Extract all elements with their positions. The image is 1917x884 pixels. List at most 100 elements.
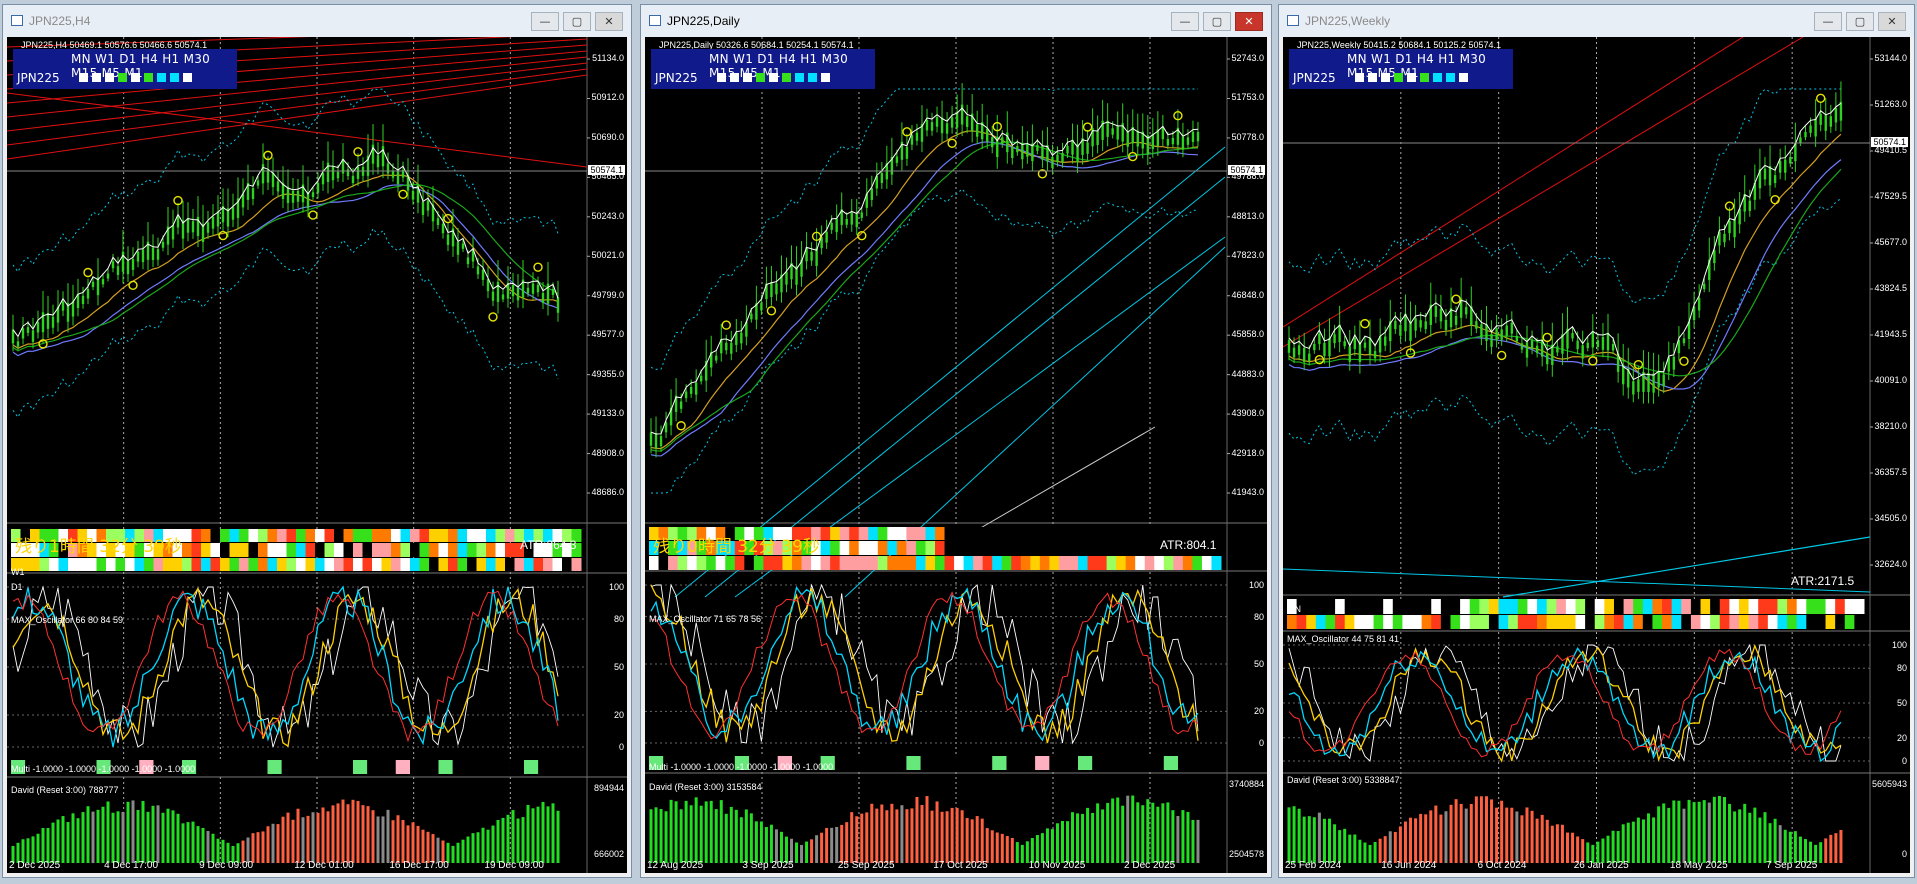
moving-average: [1288, 168, 1842, 377]
trend-stripe-cell: [1527, 615, 1538, 629]
volume-bar: [91, 811, 95, 863]
date-axis-label: 12 Aug 2025: [647, 860, 704, 871]
volume-bar: [1712, 796, 1716, 863]
chart-area[interactable]: JPN225,Daily 50326.6 50684.1 50254.1 505…: [645, 37, 1267, 873]
david-axis-top: 3740884: [1228, 779, 1264, 789]
volume-bar: [1161, 803, 1165, 863]
multi-cell: [1206, 756, 1221, 770]
volume-bar: [381, 816, 385, 863]
trend-stripe-cell: [210, 529, 221, 542]
chart-canvas[interactable]: [7, 37, 627, 873]
multi-title: Multi -1.0000 -1.0000 -1.0000 -1.0000 -1…: [649, 762, 834, 772]
volume-bar: [1793, 831, 1797, 863]
multi-cell: [1020, 756, 1036, 770]
volume-bar: [1045, 828, 1049, 863]
title-bar[interactable]: JPN225,Daily — ▢ ✕: [641, 5, 1271, 37]
volume-bar: [975, 816, 979, 863]
volume-bar: [724, 813, 728, 863]
price-axis-label: 38210.0: [1874, 421, 1907, 431]
candle-body: [211, 216, 215, 229]
trend-stripe-cell: [343, 543, 354, 557]
volume-bar: [526, 804, 530, 863]
chart-canvas[interactable]: [1283, 37, 1910, 873]
trend-stripe-cell: [830, 541, 841, 555]
multi-cell: [224, 760, 239, 774]
trend-stripe-cell: [954, 541, 965, 555]
trend-stripe-cell: [429, 529, 439, 542]
candle-body: [1399, 324, 1402, 336]
time-remaining-label: 残り1時間 32分 39秒: [15, 537, 182, 557]
chart-area[interactable]: JPN225,H4 50469.1 50576.6 50466.6 50574.…: [7, 37, 627, 873]
candle-body: [441, 223, 445, 234]
trend-stripe-cell: [1135, 541, 1146, 555]
candle-body: [1348, 346, 1351, 362]
volume-bar: [126, 801, 130, 863]
volume-bar: [31, 836, 35, 863]
candle-body: [51, 316, 55, 328]
candle-body: [206, 222, 210, 233]
candle-body: [336, 171, 340, 179]
candle-body: [351, 175, 355, 184]
chart-window-weekly[interactable]: JPN225,Weekly — ▢ ✕ JPN225,Weekly 50415.…: [1278, 4, 1915, 878]
trend-stripe-cell: [858, 556, 869, 570]
trend-stripe-cell: [182, 529, 192, 542]
trend-stripe-cell: [1460, 615, 1471, 629]
trend-stripe-cell: [1537, 599, 1548, 614]
volume-bar: [136, 810, 140, 863]
title-bar[interactable]: JPN225,Weekly — ▢ ✕: [1279, 5, 1914, 37]
candle-body: [436, 218, 440, 226]
volume-bar: [860, 813, 864, 863]
trend-stripe-cell: [1815, 615, 1827, 629]
chart-canvas[interactable]: [645, 37, 1267, 873]
candle-body: [26, 327, 30, 333]
trend-stripe-cell: [868, 556, 879, 570]
multi-cell: [367, 760, 382, 774]
candle-body: [1510, 322, 1513, 334]
volume-bar: [900, 805, 904, 863]
signal-marker: [947, 138, 957, 148]
close-button[interactable]: ✕: [1878, 12, 1906, 31]
volume-bar: [331, 805, 335, 863]
close-button[interactable]: ✕: [1235, 12, 1263, 31]
signal-marker: [218, 230, 228, 241]
volume-bar: [759, 821, 763, 863]
volume-bar: [296, 808, 300, 863]
maximize-button[interactable]: ▢: [1203, 12, 1231, 31]
volume-bar: [116, 811, 120, 863]
trend-stripe-cell: [1087, 527, 1098, 540]
volume-bar: [1136, 802, 1140, 863]
minimize-button[interactable]: —: [531, 12, 559, 31]
maximize-button[interactable]: ▢: [563, 12, 591, 31]
candle-body: [1773, 175, 1777, 184]
close-button[interactable]: ✕: [595, 12, 623, 31]
volume-bar: [111, 812, 115, 863]
trend-stripe-cell: [1106, 527, 1117, 540]
volume-bar: [186, 822, 190, 863]
multi-cell: [566, 760, 581, 774]
candle-body: [516, 287, 520, 301]
trend-stripe-cell: [438, 543, 449, 557]
trend-stripe-cell: [1402, 599, 1413, 614]
candle-body: [905, 146, 909, 159]
candle-body: [1672, 356, 1676, 370]
minimize-button[interactable]: —: [1171, 12, 1199, 31]
date-axis-label: 16 Jun 2024: [1381, 860, 1437, 871]
volume-bar: [1500, 800, 1504, 863]
candle-body: [251, 188, 255, 199]
title-bar[interactable]: JPN225,H4 — ▢ ✕: [3, 5, 631, 37]
multi-cell: [338, 760, 353, 774]
maximize-button[interactable]: ▢: [1846, 12, 1874, 31]
chart-window-daily[interactable]: JPN225,Daily — ▢ ✕ JPN225,Daily 50326.6 …: [640, 4, 1272, 878]
price-axis-label: 48813.0: [1231, 210, 1264, 221]
candle-body: [46, 313, 50, 329]
trend-stripe-cell: [1613, 615, 1625, 629]
trend-stripe-cell: [1173, 556, 1184, 570]
chart-window-h4[interactable]: JPN225,H4 — ▢ ✕ JPN225,H4 50469.1 50576.…: [2, 4, 632, 878]
candle-body: [311, 192, 315, 198]
minimize-button[interactable]: —: [1814, 12, 1842, 31]
candle-body: [1571, 333, 1574, 339]
trend-stripe-cell: [1498, 599, 1509, 614]
trend-stripe-cell: [239, 529, 249, 542]
chart-area[interactable]: JPN225,Weekly 50415.2 50684.1 50125.2 50…: [1283, 37, 1910, 873]
multi-cell: [1178, 756, 1193, 770]
